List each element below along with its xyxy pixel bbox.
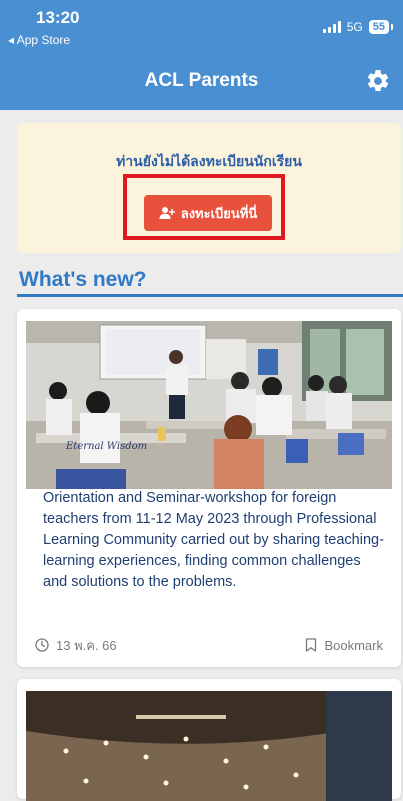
register-button[interactable]: ลงทะเบียนที่นี่: [144, 195, 272, 231]
bookmark-label: Bookmark: [324, 637, 383, 653]
bookmark-button[interactable]: Bookmark: [305, 638, 383, 653]
news-date-label: 13 พ.ค. 66: [56, 637, 117, 653]
app-header: ACL Parents: [0, 52, 403, 110]
bookmark-icon: [306, 638, 317, 652]
signal-icon: [322, 21, 341, 33]
shirt-print: Eternal Wisdom: [65, 441, 147, 452]
news-date: 13 พ.ค. 66: [35, 635, 117, 656]
register-button-label: ลงทะเบียนที่นี่: [180, 206, 258, 222]
section-divider: [17, 294, 403, 297]
status-bar: 13:20 ◂ App Store 5G 55: [0, 0, 403, 52]
section-title: What's new?: [19, 268, 147, 291]
news-description: Orientation and Seminar-workshop for for…: [43, 490, 384, 590]
news-card[interactable]: Eternal Wisdom Orientation and Seminar-w…: [17, 309, 401, 667]
gear-icon[interactable]: [365, 68, 391, 94]
app-title: ACL Parents: [144, 70, 259, 91]
news-footer: 13 พ.ค. 66 Bookmark: [35, 635, 383, 655]
status-time: 13:20: [36, 8, 80, 27]
network-label: 5G: [346, 20, 363, 34]
clock-icon: [35, 638, 49, 652]
registration-notice: ท่านยังไม่ได้ลงทะเบียนนักเรียน ลงทะเบียน…: [17, 123, 401, 253]
registration-message: ท่านยังไม่ได้ลงทะเบียนนักเรียน: [116, 154, 302, 170]
back-to-app-store-link[interactable]: ◂ App Store: [8, 33, 70, 47]
add-user-icon: [159, 207, 175, 219]
news-card[interactable]: [17, 679, 401, 801]
news-photo: Eternal Wisdom: [26, 321, 392, 489]
classroom-photo: Eternal Wisdom: [26, 321, 392, 489]
battery-icon: 55: [368, 20, 394, 34]
status-indicators: 5G 55: [322, 20, 394, 34]
